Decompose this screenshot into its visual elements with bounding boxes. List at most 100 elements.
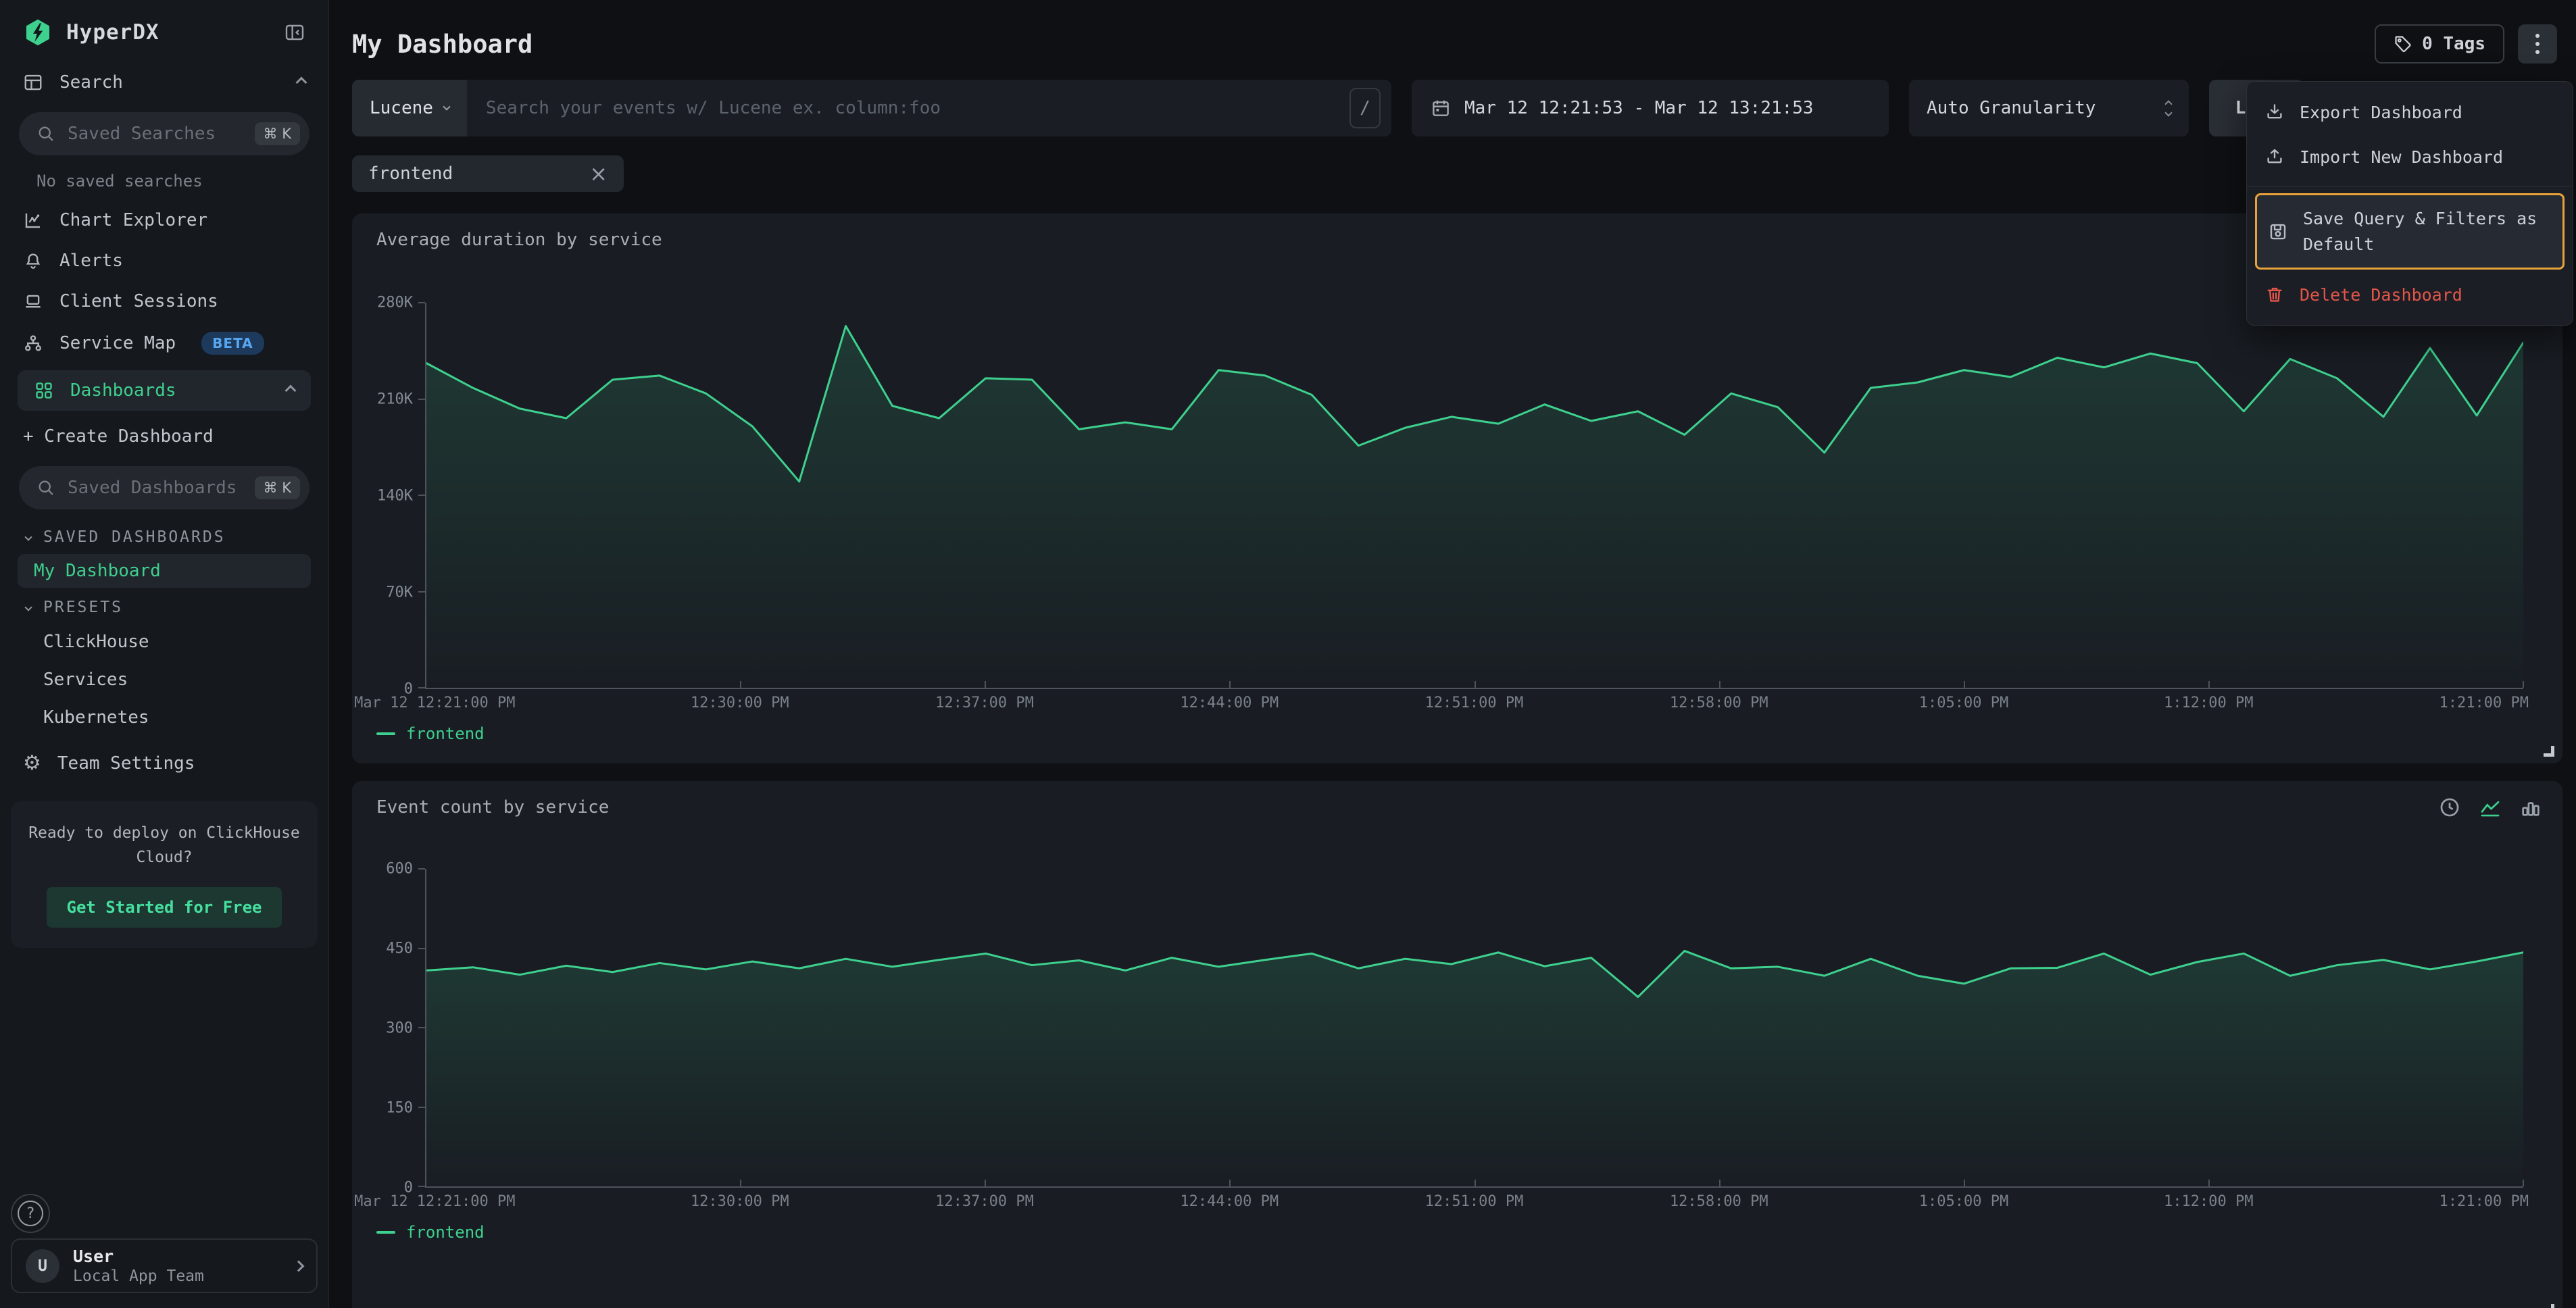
- hyperdx-logo-icon[interactable]: [23, 18, 53, 47]
- get-started-button[interactable]: Get Started for Free: [47, 887, 282, 928]
- x-tick-label: 12:44:00 PM: [1180, 1193, 1279, 1210]
- date-range-picker[interactable]: Mar 12 12:21:53 - Mar 12 13:21:53: [1412, 80, 1889, 136]
- kbd-shortcut: ⌘ K: [255, 122, 300, 145]
- y-tick-label: 300: [386, 1020, 413, 1037]
- panel-resize-handle[interactable]: [2544, 746, 2554, 757]
- saved-searches-field[interactable]: [68, 124, 243, 144]
- chevron-up-icon: [296, 77, 307, 89]
- help-button[interactable]: ?: [11, 1194, 50, 1233]
- saved-searches-input[interactable]: ⌘ K: [19, 112, 309, 155]
- x-tick-label: 12:44:00 PM: [1180, 695, 1279, 711]
- tags-button[interactable]: 0 Tags: [2375, 24, 2504, 64]
- x-tick-label: 12:51:00 PM: [1425, 695, 1524, 711]
- user-name: User: [73, 1247, 204, 1266]
- time-range-icon[interactable]: [2438, 796, 2461, 819]
- chart-title: Average duration by service: [376, 230, 2538, 250]
- x-tick-label: 12:30:00 PM: [691, 695, 789, 711]
- create-dashboard-button[interactable]: + Create Dashboard: [0, 416, 328, 457]
- y-tick-label: 140K: [377, 488, 413, 505]
- x-tick-label: 12:30:00 PM: [691, 1193, 789, 1210]
- upload-icon: [2264, 147, 2285, 167]
- question-mark-icon: ?: [18, 1201, 43, 1226]
- sidebar-item-service-map[interactable]: Service Map BETA: [0, 322, 328, 365]
- chart-legend: frontend: [376, 1223, 2538, 1242]
- chart-plot-area: [425, 303, 2523, 689]
- active-filter-chip[interactable]: frontend ×: [352, 155, 624, 192]
- saved-dashboards-input[interactable]: ⌘ K: [19, 466, 309, 509]
- tags-button-label: 0 Tags: [2422, 34, 2485, 54]
- saved-dashboards-section-header[interactable]: SAVED DASHBOARDS: [0, 519, 328, 553]
- filter-chip-label: frontend: [368, 164, 453, 184]
- menu-item-save-default[interactable]: Save Query & Filters as Default: [2255, 193, 2565, 270]
- y-tick-label: 600: [386, 861, 413, 878]
- promo-text: Ready to deploy on ClickHouse Cloud?: [27, 822, 301, 870]
- x-tick-label: 12:51:00 PM: [1425, 1193, 1524, 1210]
- x-tick-label: 1:21:00 PM: [2439, 695, 2528, 711]
- query-language-value: Lucene: [370, 98, 433, 118]
- section-label: SAVED DASHBOARDS: [43, 528, 226, 546]
- kebab-icon: [2535, 34, 2540, 38]
- legend-swatch: [376, 732, 395, 735]
- clickhouse-cloud-promo: Ready to deploy on ClickHouse Cloud? Get…: [11, 801, 318, 948]
- x-axis-labels: Mar 12 12:21:00 PM12:30:00 PM12:37:00 PM…: [425, 1193, 2523, 1213]
- sidebar-item-label: Service Map: [59, 333, 176, 353]
- service-map-icon: [23, 333, 43, 353]
- sidebar-item-alerts[interactable]: Alerts: [0, 241, 328, 281]
- sidebar: HyperDX Search: [0, 0, 329, 1308]
- dashboards-grid-icon: [34, 380, 54, 401]
- y-tick-label: 280K: [377, 295, 413, 311]
- chevron-up-icon: [285, 385, 297, 397]
- dashboard-menu-button[interactable]: [2518, 24, 2557, 64]
- x-tick-label: Mar 12 12:21:00 PM: [354, 695, 515, 711]
- sidebar-item-chart-explorer[interactable]: Chart Explorer: [0, 200, 328, 241]
- trash-icon: [2264, 284, 2285, 305]
- calendar-icon: [1431, 98, 1451, 118]
- chart-title: Event count by service: [376, 797, 2538, 818]
- presets-section-header[interactable]: PRESETS: [0, 589, 328, 623]
- page-title: My Dashboard: [352, 30, 532, 59]
- user-menu[interactable]: U User Local App Team: [11, 1238, 318, 1293]
- close-icon[interactable]: ×: [589, 165, 608, 182]
- event-search-input[interactable]: [467, 98, 1349, 118]
- sidebar-item-label: Client Sessions: [59, 291, 218, 311]
- search-nav-icon: [23, 72, 43, 93]
- sidebar-item-label: Search: [59, 72, 123, 93]
- menu-item-label: Save Query & Filters as Default: [2303, 206, 2552, 257]
- sidebar-item-search[interactable]: Search: [0, 62, 328, 103]
- sidebar-item-client-sessions[interactable]: Client Sessions: [0, 281, 328, 322]
- legend-swatch: [376, 1231, 395, 1234]
- x-axis-labels: Mar 12 12:21:00 PM12:30:00 PM12:37:00 PM…: [425, 695, 2523, 715]
- panel-resize-handle[interactable]: [2544, 1304, 2554, 1308]
- line-chart-icon[interactable]: [2479, 796, 2502, 819]
- bar-chart-icon[interactable]: [2519, 796, 2542, 819]
- chevron-down-icon: [24, 603, 32, 611]
- menu-item-export-dashboard[interactable]: Export Dashboard: [2247, 90, 2573, 134]
- tag-icon: [2394, 34, 2412, 53]
- sidebar-item-team-settings[interactable]: ⚙ Team Settings: [0, 743, 328, 784]
- menu-item-import-dashboard[interactable]: Import New Dashboard: [2247, 134, 2573, 179]
- download-icon: [2264, 102, 2285, 122]
- sidebar-item-dashboards[interactable]: Dashboards: [18, 370, 311, 411]
- main-content: My Dashboard 0 Tags Lu: [329, 0, 2576, 1308]
- sidebar-item-preset-clickhouse[interactable]: ClickHouse: [0, 623, 328, 661]
- sidebar-item-my-dashboard[interactable]: My Dashboard: [18, 554, 311, 588]
- sidebar-item-preset-kubernetes[interactable]: Kubernetes: [0, 699, 328, 736]
- x-tick-label: 12:37:00 PM: [935, 695, 1034, 711]
- chart-explorer-icon: [23, 210, 43, 230]
- beta-badge: BETA: [201, 332, 264, 355]
- chevron-down-icon: [24, 533, 32, 540]
- menu-item-delete-dashboard[interactable]: Delete Dashboard: [2247, 272, 2573, 317]
- sidebar-item-preset-services[interactable]: Services: [0, 661, 328, 699]
- legend-label: frontend: [406, 1223, 485, 1242]
- saved-dashboards-field[interactable]: [68, 478, 243, 498]
- select-arrows-icon: [2166, 101, 2171, 116]
- sidebar-item-label: + Create Dashboard: [23, 426, 214, 447]
- x-tick-label: Mar 12 12:21:00 PM: [354, 1193, 515, 1210]
- kbd-shortcut: ⌘ K: [255, 476, 300, 499]
- collapse-sidebar-icon[interactable]: [284, 22, 305, 43]
- y-tick-label: 70K: [386, 584, 413, 601]
- chart-legend: frontend: [376, 724, 2538, 743]
- granularity-select[interactable]: Auto Granularity: [1909, 80, 2189, 136]
- query-language-select[interactable]: Lucene: [352, 80, 467, 136]
- avatar: U: [26, 1249, 59, 1283]
